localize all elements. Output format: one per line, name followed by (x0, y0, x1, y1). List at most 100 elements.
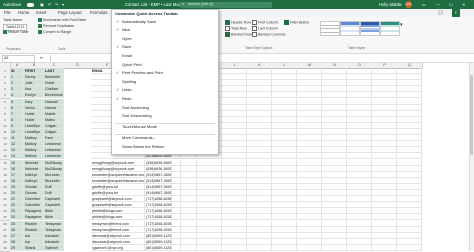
table-cell[interactable]: 29 (10, 244, 24, 251)
menu-item-label: Undo (122, 87, 132, 93)
empty-cell[interactable] (222, 244, 247, 251)
menu-item[interactable]: ✓ Undo (112, 87, 218, 94)
empty-cell[interactable] (272, 244, 297, 251)
table-style-medium-blue[interactable] (340, 21, 360, 36)
column-header[interactable]: D (64, 63, 92, 69)
styles-scroll-icon[interactable]: ▾ (400, 23, 403, 28)
autosave-label[interactable]: AutoSave (3, 1, 21, 8)
checkbox-icon (252, 20, 257, 25)
tab-home[interactable]: Home (18, 9, 29, 17)
menu-item[interactable]: Touch/Mouse Mode (112, 124, 218, 131)
empty-cell[interactable] (347, 244, 372, 251)
menu-item[interactable]: More Commands... (112, 135, 218, 142)
tab-page-layout[interactable]: Page Layout (58, 9, 82, 17)
user-name[interactable]: Holly Mabile (379, 1, 402, 8)
scrollbar-thumb[interactable] (470, 75, 473, 155)
header-row-checkbox[interactable]: Header Row (225, 20, 251, 25)
ribbon-tabs: File Home Insert Page Layout Formulas He… (0, 9, 474, 17)
menu-item-label: Quick Print (122, 61, 142, 67)
checkmark-icon: ✓ (116, 27, 120, 33)
empty-cell[interactable] (372, 244, 397, 251)
title-bar: AutoSave ▣ ↶ ↷ ▾ Contact List - EMP • La… (0, 0, 474, 9)
close-icon[interactable]: ✕ (462, 1, 466, 8)
checkmark-icon: ✓ (116, 70, 120, 76)
table-cell[interactable]: sgwinnel1@npr.org (91, 244, 145, 251)
table-style-teal[interactable] (380, 21, 400, 36)
autosave-toggle[interactable] (27, 1, 34, 8)
spreadsheet-grid[interactable]: ABCDEFGHIJKLMNOPQ1IDFIRSTLASTEMAILPHONE2… (0, 63, 474, 252)
filter-button-checkbox[interactable]: Filter Button (284, 20, 309, 25)
name-box[interactable]: A2 (2, 55, 35, 63)
banded-rows-checkbox[interactable]: Banded Rows (225, 32, 253, 37)
menu-item-label: Save (122, 44, 132, 50)
undo-icon[interactable]: ↶ (48, 1, 52, 8)
checkbox-icon (284, 20, 289, 25)
checkmark-icon: ✓ (116, 87, 120, 93)
menu-item[interactable]: Quick Print (112, 62, 218, 69)
tools-group-label: Tools (58, 47, 66, 51)
empty-cell[interactable] (197, 244, 222, 251)
empty-cell[interactable] (322, 244, 347, 251)
qat-more-icon[interactable]: ▾ (62, 1, 64, 8)
table-name-label: Table Name: (3, 18, 24, 22)
minimize-icon[interactable]: — (436, 1, 440, 8)
maximize-icon[interactable]: ☐ (449, 1, 453, 8)
search-box[interactable]: ⌕ Search (Alt+Q) (180, 1, 272, 8)
checkbox-icon (252, 26, 257, 31)
menu-item-label: Redo (122, 95, 132, 101)
tab-file[interactable]: File (4, 9, 11, 17)
empty-cell[interactable] (297, 244, 322, 251)
share-button[interactable]: ⇪ (452, 9, 460, 17)
menu-item-label: Spelling (122, 78, 137, 84)
menu-item-label: Email (122, 52, 133, 58)
menu-item-label: Sort Descending (122, 113, 152, 119)
menu-item-label: Touch/Mouse Mode (122, 124, 157, 130)
menu-item[interactable]: ✓ Print Preview and Print (112, 70, 218, 77)
empty-cell[interactable] (397, 244, 422, 251)
first-column-checkbox[interactable]: First Column (252, 20, 278, 25)
checkbox-icon (225, 26, 230, 31)
convert-to-range-button[interactable]: Convert to Range (38, 30, 71, 35)
empty-cell[interactable] (247, 244, 272, 251)
avatar[interactable]: HM (405, 1, 412, 8)
checkmark-icon: ✓ (116, 95, 120, 101)
menu-item[interactable]: Spelling (112, 79, 218, 86)
menu-item[interactable]: Show Below the Ribbon (112, 144, 218, 151)
checkbox-icon (225, 20, 230, 25)
banded-columns-checkbox[interactable]: Banded Columns (252, 32, 286, 37)
empty-cell[interactable] (172, 244, 197, 251)
empty-cell[interactable] (147, 244, 172, 251)
checkmark-icon: ✓ (116, 44, 120, 50)
redo-icon[interactable]: ↷ (55, 1, 59, 8)
menu-item[interactable]: ✓ New (112, 27, 218, 34)
last-column-checkbox[interactable]: Last Column (252, 26, 278, 31)
summarize-pivot-button[interactable]: Summarize with PivotTable (38, 18, 86, 23)
total-row-checkbox[interactable]: Total Row (225, 26, 247, 31)
menu-item[interactable]: ✓ Save (112, 44, 218, 51)
comments-icon[interactable]: 💬 (438, 9, 443, 17)
remove-duplicates-icon (38, 24, 42, 29)
menu-item[interactable]: Sort Descending (112, 113, 218, 120)
table-cell[interactable]: Sharia (24, 244, 44, 251)
menu-item-label: New (122, 27, 131, 33)
customize-qat-menu: Customize Quick Access Toolbar ✓ Automatic… (111, 9, 219, 155)
fx-icon[interactable]: fx (40, 55, 43, 61)
menu-item[interactable]: Sort Ascending (112, 105, 218, 112)
save-icon[interactable]: ▣ (40, 1, 44, 8)
menu-item[interactable]: ✓ Automatically Save (112, 19, 218, 26)
table-styles-group-label: Table Styles (348, 46, 366, 50)
search-icon: ⌕ (182, 1, 185, 6)
resize-table-button[interactable]: Resize Table (3, 30, 29, 35)
menu-item-label: Show Below the Ribbon (122, 143, 165, 149)
table-cell[interactable]: Gwinnel (44, 244, 64, 251)
tab-formulas[interactable]: Formulas (90, 9, 107, 17)
table-style-light[interactable] (320, 21, 340, 36)
tab-insert[interactable]: Insert (36, 9, 46, 17)
style-options-group-label: Table Style Options (245, 46, 273, 50)
menu-item[interactable]: Open (112, 36, 218, 43)
table-style-dark-blue[interactable] (360, 21, 380, 36)
ribbon-display-icon[interactable]: ▭ (422, 1, 426, 8)
remove-duplicates-button[interactable]: Remove Duplicates (38, 24, 74, 29)
menu-item[interactable]: ✓ Redo (112, 96, 218, 103)
menu-item[interactable]: Email (112, 53, 218, 60)
